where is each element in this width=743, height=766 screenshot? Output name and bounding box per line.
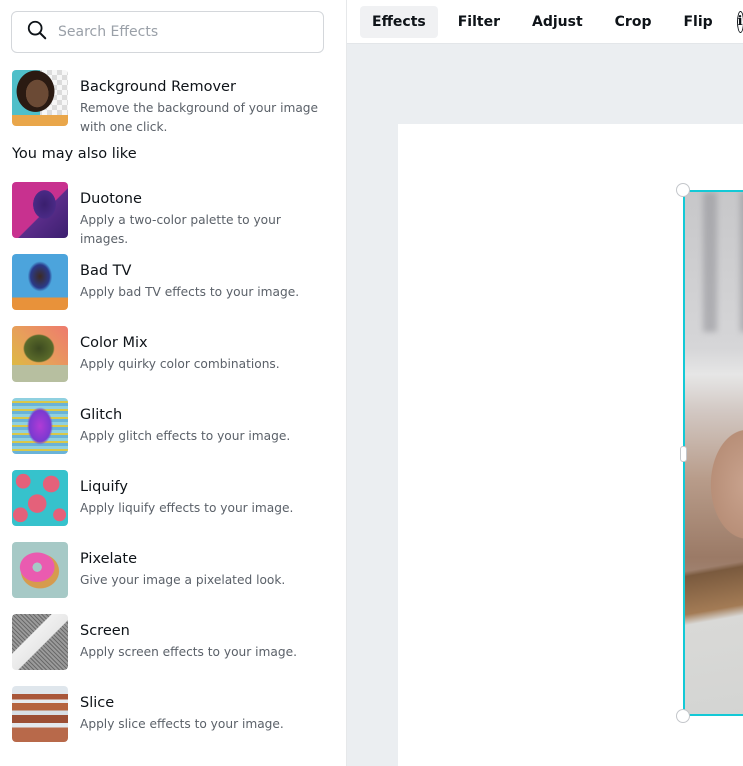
effect-title: Background Remover	[80, 79, 236, 95]
bad-tv-thumbnail	[12, 254, 68, 310]
color-mix-thumbnail	[12, 326, 68, 382]
image-toolbar: Effects Filter Adjust Crop Flip i	[347, 0, 743, 44]
effect-slice[interactable]: Slice Apply slice effects to your image.	[12, 686, 332, 742]
resize-handle-top-left[interactable]	[676, 183, 690, 197]
effect-bad-tv[interactable]: Bad TV Apply bad TV effects to your imag…	[12, 254, 332, 310]
effect-title: Duotone	[80, 191, 142, 207]
effects-panel: Background Remover Remove the background…	[0, 0, 347, 766]
effect-description: Apply glitch effects to your image.	[80, 429, 291, 443]
resize-handle-bottom-left[interactable]	[676, 709, 690, 723]
effect-title: Liquify	[80, 479, 128, 495]
effect-description: Give your image a pixelated look.	[80, 573, 286, 587]
effect-title: Glitch	[80, 407, 123, 423]
search-input[interactable]	[58, 24, 298, 40]
effect-description: Apply a two-color palette to your images…	[80, 213, 281, 246]
effect-title: Color Mix	[80, 335, 148, 351]
effect-glitch[interactable]: Glitch Apply glitch effects to your imag…	[12, 398, 332, 454]
section-heading: You may also like	[12, 146, 137, 162]
effect-duotone[interactable]: Duotone Apply a two-color palette to you…	[12, 182, 332, 249]
search-box[interactable]	[11, 11, 324, 53]
background-remover-thumbnail	[12, 70, 68, 126]
effect-background-remover[interactable]: Background Remover Remove the background…	[12, 70, 332, 137]
tab-filter[interactable]: Filter	[446, 6, 512, 38]
tab-effects[interactable]: Effects	[360, 5, 438, 38]
effect-title: Bad TV	[80, 263, 132, 279]
liquify-thumbnail	[12, 470, 68, 526]
description-line-2: with one click.	[80, 120, 168, 134]
canvas-area	[347, 44, 743, 766]
effect-color-mix[interactable]: Color Mix Apply quirky color combination…	[12, 326, 332, 382]
screen-thumbnail	[12, 614, 68, 670]
tab-crop[interactable]: Crop	[603, 6, 664, 38]
pixelate-thumbnail	[12, 542, 68, 598]
effect-description: Apply quirky color combinations.	[80, 357, 280, 371]
duotone-thumbnail	[12, 182, 68, 238]
glitch-thumbnail	[12, 398, 68, 454]
effect-description: Apply screen effects to your image.	[80, 645, 297, 659]
selected-image[interactable]	[683, 190, 743, 716]
resize-handle-left[interactable]	[680, 446, 687, 462]
tab-adjust[interactable]: Adjust	[520, 6, 595, 38]
effect-title: Screen	[80, 623, 130, 639]
effect-screen[interactable]: Screen Apply screen effects to your imag…	[12, 614, 332, 670]
info-icon[interactable]: i	[736, 10, 743, 33]
design-page[interactable]	[398, 124, 743, 766]
effect-description: Apply liquify effects to your image.	[80, 501, 294, 515]
effect-title: Pixelate	[80, 551, 138, 567]
slice-thumbnail	[12, 686, 68, 742]
effect-description: Apply slice effects to your image.	[80, 717, 284, 731]
photo-detail	[703, 192, 717, 332]
effect-liquify[interactable]: Liquify Apply liquify effects to your im…	[12, 470, 332, 526]
effect-title: Slice	[80, 695, 115, 711]
description-line-1: Remove the background of your image	[80, 101, 319, 115]
tab-flip[interactable]: Flip	[671, 6, 724, 38]
search-icon	[26, 19, 48, 45]
effect-pixelate[interactable]: Pixelate Give your image a pixelated loo…	[12, 542, 332, 598]
effect-description: Remove the background of your image with…	[80, 99, 318, 137]
effect-description: Apply bad TV effects to your image.	[80, 285, 300, 299]
